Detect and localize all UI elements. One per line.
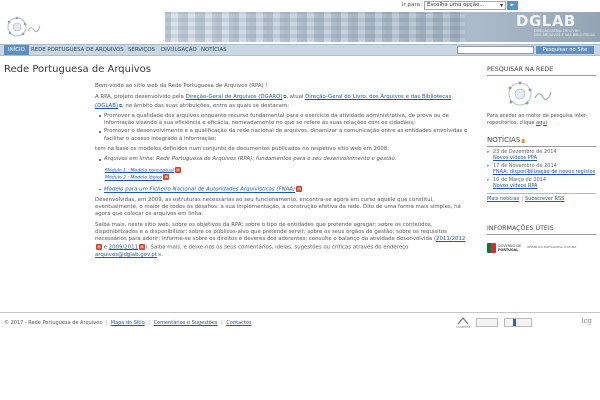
compete-icon (457, 316, 469, 324)
news-title-link[interactable]: FNAA: disponibilização de novos registos (493, 169, 595, 175)
list-item: Promover o desenvolvimento e a qualifica… (99, 128, 470, 143)
go-button[interactable]: ► (507, 1, 518, 10)
useful-info-heading: INFORMAÇÕES ÚTEIS (487, 225, 596, 235)
rss-icon[interactable]: ◙ (521, 138, 525, 143)
comments-link[interactable]: Comentários e Sugestões (154, 320, 218, 326)
cultura-logo[interactable]: REPÚBLICA PORTUGUESA CULTURA (527, 245, 576, 249)
nav-item-noticias[interactable]: NOTÍCIAS (197, 45, 231, 55)
partner-logos: COMPETE (456, 316, 533, 329)
main-content: Bem-vindo ao sítio web da Rede Portugues… (95, 83, 470, 263)
subscribe-rss-link[interactable]: Subscrever RSS (525, 196, 564, 202)
email-link[interactable]: arquivos@dglab.gov.pt (95, 252, 157, 258)
intro-text-b: , atual (286, 94, 306, 101)
fnaa-model-link[interactable]: Modelo para um Ficheiro Nacional de Auto… (104, 187, 295, 193)
arrow-right-icon: ► (510, 2, 515, 8)
ir-para-label: Ir para: (401, 2, 422, 8)
news-item: 17 de Novembro de 2014 FNAA: disponibili… (487, 164, 596, 175)
para3-text-d: . (161, 252, 164, 259)
site-search-input[interactable] (457, 46, 534, 54)
compete-label: COMPETE (456, 324, 471, 329)
contacts-link[interactable]: Contactos (226, 320, 251, 326)
rpa-network-icon (508, 81, 552, 106)
news-item: 10 de Março de 2014 Novos vídeos RPA (487, 178, 596, 189)
intro-paragraph: A RPA, projeto desenvolvido pela Direção… (95, 93, 470, 110)
module-1-row: Módulo 1 : Modelo conceptual ▤ (105, 166, 470, 175)
intro-text-c: , no âmbito das suas atribuições, entre … (121, 102, 290, 109)
nav-item-inicio[interactable]: INÍCIO (4, 45, 29, 55)
para3-text-c: ). Saiba mais, e deixe-nos os seus comen… (145, 244, 409, 251)
rpa-search-logo[interactable] (505, 79, 565, 109)
portugal-flag-icon (487, 242, 496, 253)
search-network-text: Para aceder ao motor de pesquisa inter-r… (487, 113, 596, 126)
header-banner: DGLAB DIREÇÃO-GERAL DO LIVRO, DOS ARQUIV… (165, 12, 600, 42)
footer-separator: | (148, 320, 150, 326)
rpa-network-icon (7, 16, 41, 37)
saiba-mais-paragraph: Saiba mais, neste sítio web, sobre os ob… (95, 222, 470, 260)
intro-text-a: A RPA, projeto desenvolvido pela (95, 94, 186, 101)
more-news-link[interactable]: Mais notícias (487, 196, 519, 202)
governo-portugal-logo[interactable]: GOVERNO DE PORTUGAL (487, 242, 522, 253)
attributions-list: Promover a qualidade dos arquivos enquan… (99, 113, 470, 143)
copyright: © 2017 - Rede Portuguesa de Arquivos (4, 320, 102, 326)
module-1-link[interactable]: Módulo 1 : Modelo conceptual (105, 168, 174, 173)
models-intro-text: tem na base os modelos definidos num con… (95, 146, 390, 153)
eu-logo[interactable] (504, 318, 533, 327)
search-network-heading: PESQUISAR NA REDE (487, 66, 596, 76)
news-item: 23 de Dezembro de 2014 Novos vídeos PPA (487, 149, 596, 161)
balanco-2011-2012-link[interactable]: 2011/2012 (436, 236, 465, 242)
para3-text-a: Saiba mais, neste sítio web, sobre os ob… (95, 221, 447, 243)
list-item: Promover a qualidade dos arquivos enquan… (99, 113, 470, 128)
dglab-logo[interactable]: DGLAB DIREÇÃO-GERAL DO LIVRO, DOS ARQUIV… (516, 14, 596, 40)
pdf-icon: ▤ (163, 174, 170, 181)
implementation-paragraph: Desenvolvidas, em 2009, as estruturas ne… (95, 196, 461, 218)
pdf-icon: ▤ (296, 186, 303, 193)
module-2-link[interactable]: Módulo 2 : Modelo lógico (105, 176, 162, 181)
news-title-link[interactable]: Novos vídeos RPA (493, 183, 537, 189)
footer-separator: | (221, 320, 223, 326)
news-heading-text: NOTÍCIAS (487, 136, 521, 144)
gov-logo-line-2: PORTUGAL (498, 247, 519, 252)
module-2-row: Módulo 2 : Modelo lógico ▤ (105, 174, 470, 182)
main-nav: INÍCIO REDE PORTUGUESA DE ARQUIVOS SERVI… (0, 44, 600, 56)
sitemap-link[interactable]: Mapa do Sítio (111, 320, 145, 326)
qren-logo[interactable] (476, 318, 499, 327)
list-item: Arquivos em linha: Rede Portuguesa de Ar… (99, 156, 470, 163)
dglab-brand: DGLAB (516, 12, 576, 30)
para3-text-b: e (102, 244, 109, 251)
lcg-logo[interactable]: lcg (581, 317, 592, 325)
ir-para-select-value: Escolha uma opção... (427, 2, 485, 8)
balanco-2009-2011-link[interactable]: 2009/2011 (109, 244, 138, 250)
documents-list-2: Modelo para um Ficheiro Nacional de Auto… (99, 186, 470, 194)
banner-mosaic (165, 12, 465, 42)
list-item: Modelo para um Ficheiro Nacional de Auto… (99, 186, 470, 194)
rpa-logo[interactable] (4, 12, 44, 42)
welcome-text: Bem-vindo ao sítio web da Rede Portugues… (95, 83, 268, 89)
site-footer: © 2017 - Rede Portuguesa de Arquivos | M… (0, 312, 600, 330)
pdf-icon: ▤ (174, 166, 181, 173)
useful-info-logos: GOVERNO DE PORTUGAL REPÚBLICA PORTUGUESA… (487, 242, 596, 253)
dgarq-link[interactable]: Direção-Geral de Arquivos (DGARQ) (186, 94, 283, 100)
gov-logo-line-1: GOVERNO DE (498, 243, 522, 248)
news-footer-links: Mais notícias | Subscrever RSS (487, 192, 596, 202)
nav-item-servicos[interactable]: SERVIÇOS (124, 45, 159, 55)
site-search-button[interactable]: Pesquisar no Site (536, 46, 594, 54)
compete-logo[interactable]: COMPETE (456, 316, 471, 329)
nav-item-rede-portuguesa[interactable]: REDE PORTUGUESA DE ARQUIVOS (27, 45, 128, 55)
search-here-link[interactable]: aqui (536, 120, 547, 126)
sidebar: PESQUISAR NA REDE Para aceder ao motor d… (487, 66, 596, 253)
modules-list: Módulo 1 : Modelo conceptual ▤ Módulo 2 :… (105, 166, 470, 182)
ir-para-select[interactable]: Escolha uma opção... (424, 1, 506, 10)
site-header: DGLAB DIREÇÃO-GERAL DO LIVRO, DOS ARQUIV… (0, 12, 600, 44)
top-bar: Ir para: Escolha uma opção... ► (0, 0, 600, 12)
news-title-link[interactable]: Novos vídeos PPA (493, 155, 537, 161)
dglab-subtitle-2: DOS ARQUIVOS E DAS BIBLIOTECAS (534, 33, 596, 37)
documents-list: Arquivos em linha: Rede Portuguesa de Ar… (99, 156, 470, 163)
footer-separator: | (105, 320, 108, 326)
nav-item-divulgacao[interactable]: DIVULGAÇÃO (157, 45, 201, 55)
page-title: Rede Portuguesa de Arquivos (4, 64, 152, 75)
footer-text: © 2017 - Rede Portuguesa de Arquivos | M… (4, 320, 252, 326)
news-heading: NOTÍCIAS◙ (487, 136, 596, 147)
